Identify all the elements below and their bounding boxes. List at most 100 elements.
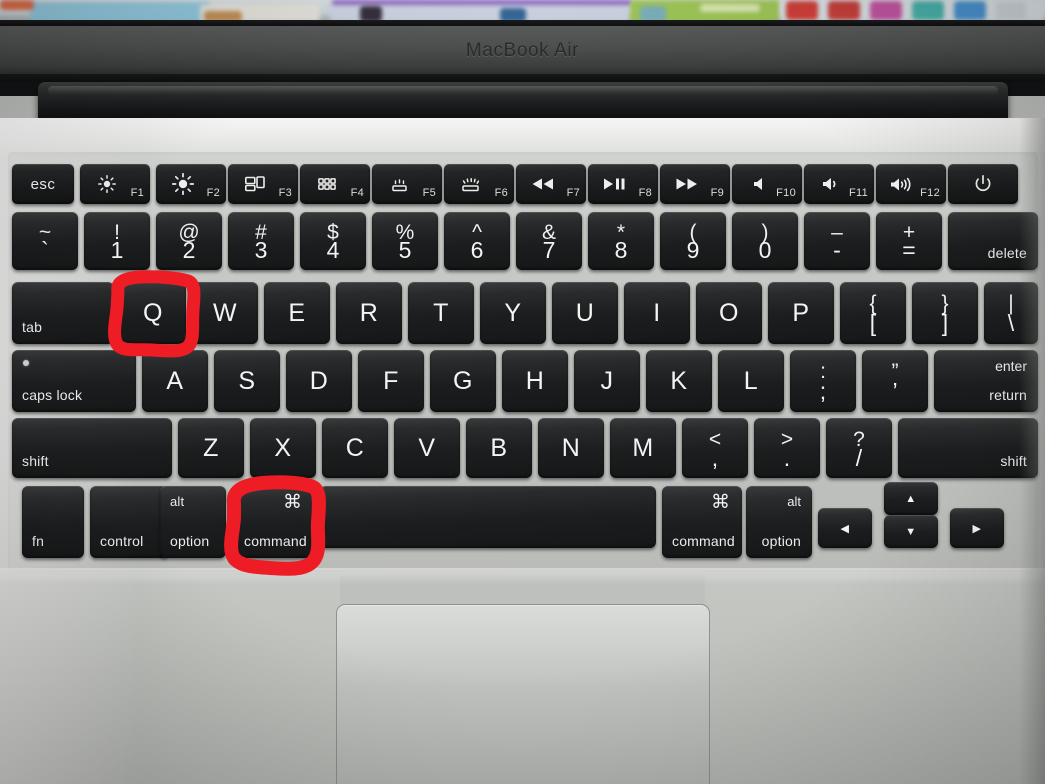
key-semicolon[interactable]: :; — [790, 350, 856, 412]
key-q[interactable]: Q — [120, 282, 186, 344]
key-0[interactable]: ) 0 — [732, 212, 798, 270]
key-f8[interactable]: F8 — [588, 164, 658, 204]
key-x[interactable]: X — [250, 418, 316, 478]
key-bracket-left[interactable]: {[ — [840, 282, 906, 344]
macbook-air-photo: MacBook Air esc F1 F2 F3 F4 F5 F6 F7 F8 … — [0, 0, 1045, 784]
key-caps-lock[interactable]: caps lock — [12, 350, 136, 412]
key-f10[interactable]: F10 — [732, 164, 802, 204]
key-label: fn — [32, 533, 45, 549]
key-f7[interactable]: F7 — [516, 164, 586, 204]
key-quote[interactable]: ”’ — [862, 350, 928, 412]
key-4[interactable]: $4 — [300, 212, 366, 270]
key-backslash[interactable]: | \ — [984, 282, 1038, 344]
key-label: control — [100, 533, 144, 549]
key-f9[interactable]: F9 — [660, 164, 730, 204]
key-h[interactable]: H — [502, 350, 568, 412]
key-option-left[interactable]: option alt — [160, 486, 226, 558]
key-f5[interactable]: F5 — [372, 164, 442, 204]
key-arrow-up[interactable]: ▲ — [884, 482, 938, 515]
key-a[interactable]: A — [142, 350, 208, 412]
key-option-right[interactable]: option alt — [746, 486, 812, 558]
key-y[interactable]: Y — [480, 282, 546, 344]
key-b[interactable]: B — [466, 418, 532, 478]
key-comma[interactable]: <, — [682, 418, 748, 478]
key-p[interactable]: P — [768, 282, 834, 344]
key-3[interactable]: #3 — [228, 212, 294, 270]
key-o[interactable]: O — [696, 282, 762, 344]
key-period[interactable]: >. — [754, 418, 820, 478]
key-tab[interactable]: tab — [12, 282, 114, 344]
key-delete[interactable]: delete — [948, 212, 1038, 270]
key-d[interactable]: D — [286, 350, 352, 412]
key-f1[interactable]: F1 — [80, 164, 150, 204]
key-esc[interactable]: esc — [12, 164, 74, 204]
key-bracket-right[interactable]: }] — [912, 282, 978, 344]
key-f12[interactable]: F12 — [876, 164, 946, 204]
key-w[interactable]: W — [192, 282, 258, 344]
key-t[interactable]: T — [408, 282, 474, 344]
key-f11[interactable]: F11 — [804, 164, 874, 204]
key-f6[interactable]: F6 — [444, 164, 514, 204]
key-r[interactable]: R — [336, 282, 402, 344]
key-label: U — [575, 298, 595, 327]
key-base-label: , — [711, 444, 719, 471]
key-label: V — [418, 433, 436, 462]
key-k[interactable]: K — [646, 350, 712, 412]
key-f4[interactable]: F4 — [300, 164, 370, 204]
key-s[interactable]: S — [214, 350, 280, 412]
key-label: P — [792, 298, 810, 327]
key-arrow-right[interactable]: ▶ — [950, 508, 1004, 548]
key-control[interactable]: control — [90, 486, 168, 558]
keyboard-backlight-up-icon — [444, 164, 498, 204]
key-f3[interactable]: F3 — [228, 164, 298, 204]
key-m[interactable]: M — [610, 418, 676, 478]
key-fn[interactable]: fn — [22, 486, 84, 558]
key-l[interactable]: L — [718, 350, 784, 412]
key-f[interactable]: F — [358, 350, 424, 412]
key-n[interactable]: N — [538, 418, 604, 478]
key-f2[interactable]: F2 — [156, 164, 226, 204]
key-j[interactable]: J — [574, 350, 640, 412]
key-z[interactable]: Z — [178, 418, 244, 478]
key-u[interactable]: U — [552, 282, 618, 344]
key-minus[interactable]: – - — [804, 212, 870, 270]
key-shift-right[interactable]: shift — [898, 418, 1038, 478]
key-arrow-left[interactable]: ◀ — [818, 508, 872, 548]
key-command-right[interactable]: command ⌘ — [662, 486, 742, 558]
key-arrow-down[interactable]: ▼ — [884, 515, 938, 548]
key-shift-left[interactable]: shift — [12, 418, 172, 478]
key-base-label: . — [783, 444, 791, 471]
key-9[interactable]: (9 — [660, 212, 726, 270]
key-label: shift — [1000, 453, 1027, 469]
key-return[interactable]: return enter — [934, 350, 1038, 412]
key-i[interactable]: I — [624, 282, 690, 344]
key-8[interactable]: * 8 — [588, 212, 654, 270]
key-label: W — [212, 298, 238, 327]
key-slash[interactable]: ? / — [826, 418, 892, 478]
play-pause-icon — [588, 164, 642, 204]
brightness-high-icon — [156, 164, 210, 204]
key-power[interactable] — [948, 164, 1018, 204]
key-c[interactable]: C — [322, 418, 388, 478]
key-label: command — [672, 533, 735, 549]
key-e[interactable]: E — [264, 282, 330, 344]
key-command-left[interactable]: command ⌘ — [234, 486, 314, 558]
key-7[interactable]: & 7 — [516, 212, 582, 270]
key-space[interactable] — [320, 486, 656, 548]
key-equal[interactable]: + = — [876, 212, 942, 270]
key-tilde[interactable]: ~ ` — [12, 212, 78, 270]
key-1[interactable]: ! 1 — [84, 212, 150, 270]
key-6[interactable]: ^ 6 — [444, 212, 510, 270]
key-base-label: 4 — [326, 236, 340, 263]
key-label: O — [719, 298, 739, 327]
key-2[interactable]: @2 — [156, 212, 222, 270]
trackpad[interactable] — [336, 604, 710, 784]
key-label: F — [383, 366, 399, 395]
key-5[interactable]: % 5 — [372, 212, 438, 270]
key-label: A — [166, 366, 184, 395]
key-v[interactable]: V — [394, 418, 460, 478]
key-g[interactable]: G — [430, 350, 496, 412]
key-label: R — [359, 298, 379, 327]
rewind-icon — [516, 164, 570, 204]
volume-down-icon — [804, 164, 858, 204]
